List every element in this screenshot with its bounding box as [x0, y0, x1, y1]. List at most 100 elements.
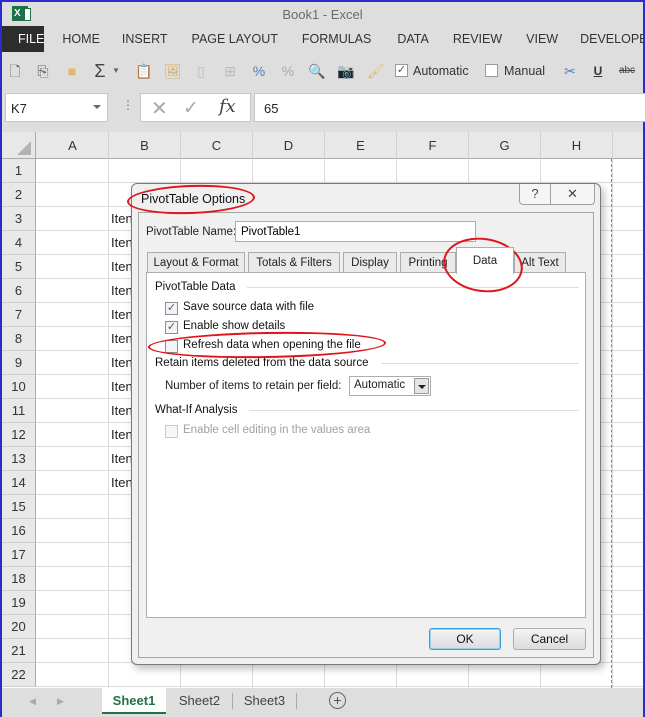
- tab-developer[interactable]: DEVELOPE: [572, 26, 643, 52]
- tab-formulas[interactable]: FORMULAS: [292, 26, 385, 52]
- formula-bar-grip-icon[interactable]: ⋮: [122, 98, 134, 112]
- name-box-dropdown-icon[interactable]: [93, 105, 101, 109]
- row-header[interactable]: 12: [2, 423, 36, 447]
- row-header[interactable]: 14: [2, 471, 36, 495]
- copy-icon[interactable]: ⎘: [35, 62, 51, 80]
- cell-b9[interactable]: Iten: [111, 355, 133, 370]
- format-painter-icon[interactable]: 🖌: [367, 62, 385, 80]
- tab-data[interactable]: DATA: [385, 26, 442, 52]
- row-header[interactable]: 4: [2, 231, 36, 255]
- enable-show-details-label[interactable]: Enable show details: [183, 320, 285, 332]
- cell-b12[interactable]: Iten: [111, 427, 133, 442]
- tab-insert[interactable]: INSERT: [114, 26, 182, 52]
- row-header[interactable]: 10: [2, 375, 36, 399]
- ok-button[interactable]: OK: [429, 628, 501, 650]
- cell-b14[interactable]: Iten: [111, 475, 133, 490]
- camera-icon[interactable]: 📷: [337, 62, 354, 80]
- print-preview-icon[interactable]: 🔍: [308, 62, 325, 80]
- cell-b10[interactable]: Iten: [111, 379, 133, 394]
- tab-file[interactable]: FILE: [2, 26, 45, 52]
- tab-review[interactable]: REVIEW: [443, 26, 516, 52]
- row-header[interactable]: 20: [2, 615, 36, 639]
- new-document-icon[interactable]: 🗋: [7, 62, 23, 80]
- cell-b13[interactable]: Iten: [111, 451, 133, 466]
- manual-checkbox[interactable]: [485, 64, 498, 77]
- sheet-tab-sheet1[interactable]: Sheet1: [102, 688, 166, 714]
- tab-view[interactable]: VIEW: [516, 26, 572, 52]
- paste-icon[interactable]: 📋: [135, 62, 152, 80]
- row-header[interactable]: 16: [2, 519, 36, 543]
- sheet-tab-sheet2[interactable]: Sheet2: [168, 688, 231, 714]
- column-header-f[interactable]: F: [397, 132, 469, 159]
- paste-format-icon[interactable]: %: [251, 62, 267, 80]
- enable-show-details-checkbox[interactable]: ✓: [165, 321, 178, 334]
- column-header-b[interactable]: B: [109, 132, 181, 159]
- row-header[interactable]: 1: [2, 159, 36, 183]
- help-button[interactable]: ?: [519, 184, 551, 205]
- tab-layout-format[interactable]: Layout & Format: [147, 252, 245, 273]
- row-header[interactable]: 7: [2, 303, 36, 327]
- cell-b3[interactable]: Iten: [111, 211, 133, 226]
- cancel-entry-icon[interactable]: ✕: [151, 96, 168, 121]
- row-header[interactable]: 11: [2, 399, 36, 423]
- row-header[interactable]: 9: [2, 351, 36, 375]
- cancel-button[interactable]: Cancel: [513, 628, 586, 650]
- strikethrough-icon[interactable]: abc: [616, 62, 638, 80]
- row-header[interactable]: 17: [2, 543, 36, 567]
- column-header-e[interactable]: E: [325, 132, 397, 159]
- formula-input[interactable]: 65: [254, 93, 645, 122]
- row-header[interactable]: 6: [2, 279, 36, 303]
- pivottable-name-input[interactable]: [235, 221, 476, 242]
- sheet-tab-sheet3[interactable]: Sheet3: [233, 688, 296, 714]
- chevron-down-icon[interactable]: [414, 378, 429, 394]
- cell-b5[interactable]: Iten: [111, 259, 133, 274]
- cell-b4[interactable]: Iten: [111, 235, 133, 250]
- enter-entry-icon[interactable]: ✓: [183, 97, 199, 120]
- paste-formulas-icon[interactable]: %: [280, 62, 296, 80]
- row-header[interactable]: 21: [2, 639, 36, 663]
- next-sheet-icon[interactable]: ▶: [57, 696, 64, 707]
- insert-function-icon[interactable]: fx: [219, 96, 236, 117]
- row-header[interactable]: 22: [2, 663, 36, 687]
- cell-b8[interactable]: Iten: [111, 331, 133, 346]
- autosum-dropdown-icon[interactable]: ▼: [108, 62, 124, 80]
- autosum-icon[interactable]: Σ: [92, 62, 108, 80]
- row-header[interactable]: 18: [2, 567, 36, 591]
- paste-values-icon[interactable]: ▯: [193, 62, 209, 80]
- automatic-checkbox[interactable]: ✓: [395, 64, 408, 77]
- tab-data[interactable]: Data: [456, 247, 514, 274]
- close-button[interactable]: ✕: [551, 184, 595, 205]
- column-header-h[interactable]: H: [541, 132, 613, 159]
- paste-picture-icon[interactable]: 🖼: [164, 62, 182, 80]
- retain-items-select[interactable]: Automatic: [349, 376, 431, 396]
- refresh-data-option[interactable]: Refresh data when opening the file: [183, 339, 361, 351]
- column-header-a[interactable]: A: [37, 132, 109, 159]
- underline-icon[interactable]: U: [590, 62, 606, 80]
- refresh-data-checkbox[interactable]: [165, 340, 178, 353]
- row-header[interactable]: 5: [2, 255, 36, 279]
- column-header-d[interactable]: D: [253, 132, 325, 159]
- row-header[interactable]: 15: [2, 495, 36, 519]
- column-header-g[interactable]: G: [469, 132, 541, 159]
- prev-sheet-icon[interactable]: ◀: [29, 696, 36, 707]
- select-all-corner[interactable]: [2, 132, 36, 159]
- tab-totals-filters[interactable]: Totals & Filters: [248, 252, 340, 273]
- save-source-data-label[interactable]: Save source data with file: [183, 301, 314, 313]
- row-header[interactable]: 2: [2, 183, 36, 207]
- paste-link-icon[interactable]: ⊞: [222, 62, 238, 80]
- tab-page-layout[interactable]: PAGE LAYOUT: [182, 26, 292, 52]
- tab-home[interactable]: HOME: [44, 26, 114, 52]
- name-box[interactable]: K7: [5, 93, 108, 122]
- column-header-c[interactable]: C: [181, 132, 253, 159]
- cell-b11[interactable]: Iten: [111, 403, 133, 418]
- tab-display[interactable]: Display: [343, 252, 397, 273]
- open-folder-icon[interactable]: ■: [64, 62, 80, 80]
- row-header[interactable]: 19: [2, 591, 36, 615]
- tab-alt-text[interactable]: Alt Text: [514, 252, 566, 273]
- tab-printing[interactable]: Printing: [400, 252, 456, 273]
- save-source-data-checkbox[interactable]: ✓: [165, 302, 178, 315]
- add-sheet-icon[interactable]: +: [329, 692, 346, 709]
- cell-b6[interactable]: Iten: [111, 283, 133, 298]
- row-header[interactable]: 13: [2, 447, 36, 471]
- row-header[interactable]: 8: [2, 327, 36, 351]
